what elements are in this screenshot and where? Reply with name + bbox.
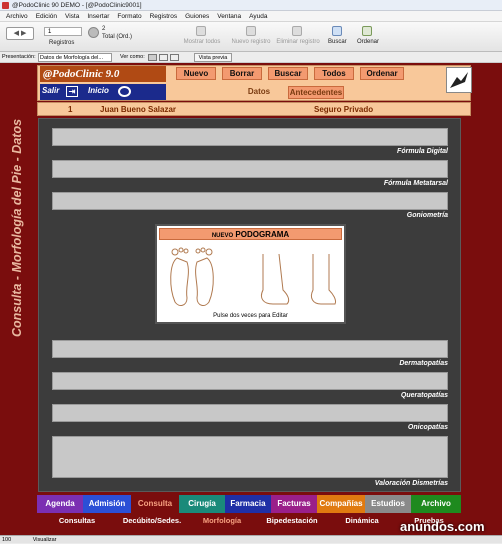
queratopatias-field[interactable] [52,372,448,390]
nav-bar: Salir ⇥ Inicio [40,84,166,100]
registros-label: Registros [49,40,75,46]
valoracion-dismetrias-field[interactable] [52,436,448,478]
tab-cirugia[interactable]: Cirugía [179,495,225,513]
list-view-icon[interactable] [159,54,168,61]
subtab-bipedestacion[interactable]: Bipedestación [257,514,327,528]
tab-companias[interactable]: Compañías [317,495,365,513]
layout-label: Presentación: [2,54,36,60]
subtab-dinamica[interactable]: Dinámica [327,514,397,528]
patient-insurer[interactable]: Seguro Privado [314,103,373,116]
podograma-new-label: NUEVO [211,233,234,239]
formula-metatarsal-label: Fórmula Metatarsal [383,180,448,187]
onicopatias-field[interactable] [52,404,448,422]
search-icon[interactable] [332,26,342,36]
delete-record-button[interactable]: Eliminar registro [274,39,322,45]
sub-tab-bar: Consultas Decúbito/Sedes. Morfología Bip… [37,514,461,528]
tab-archivo[interactable]: Archivo [411,495,461,513]
onicopatias-label: Onicopatías [407,424,448,431]
record-nav-book-icon[interactable]: ◀ ▶ [6,27,34,40]
patient-row: 1 Juan Bueno Salazar Seguro Privado [37,102,471,116]
total-sorted-label: Total (Ord.) [102,34,133,40]
found-count: 2 [102,26,106,32]
salir-button[interactable]: Salir [42,86,59,95]
table-view-icon[interactable] [170,54,179,61]
nuevo-button[interactable]: Nuevo [176,67,216,80]
buscar-button[interactable]: Buscar [268,67,308,80]
todos-button[interactable]: Todos [314,67,354,80]
zoom-level[interactable]: 100 [2,537,11,543]
dermatopatias-label: Dermatopatías [399,360,448,367]
ordenar-button[interactable]: Ordenar [360,67,404,80]
sort-button[interactable]: Ordenar [357,39,379,45]
formula-metatarsal-field[interactable] [52,160,448,178]
title-bar: @PodoClinic 90 DEMO - [@PodoClinic9001] [0,0,502,11]
new-record-icon[interactable] [246,26,256,36]
podograma-title-text: PODOGRAMA [235,230,290,239]
menu-insertar[interactable]: Insertar [87,13,109,20]
valoracion-dismetrias-label: Valoración Dismetrías [374,480,448,487]
formula-digital-label: Fórmula Digital [397,148,448,155]
borrar-button[interactable]: Borrar [222,67,262,80]
new-record-button[interactable]: Nuevo registro [228,39,274,45]
menu-ayuda[interactable]: Ayuda [249,13,267,20]
goniometria-label: Goniometría [406,212,448,219]
sort-icon[interactable] [362,26,372,36]
menu-archivo[interactable]: Archivo [6,13,28,20]
side-title: Consulta - Morfología del Pie - Datos [0,63,36,393]
inicio-button[interactable]: Inicio [88,86,109,95]
form-view-icon[interactable] [148,54,157,61]
exit-icon[interactable]: ⇥ [66,86,78,97]
view-as-label: Ver como: [120,54,145,60]
app-logo: @PodoClinic 9.0 [40,66,166,82]
patient-id: 1 [68,105,73,114]
bird-logo-icon [446,67,472,93]
podograma-panel[interactable]: NUEVO PODOGRAMA Pulse dos veces para Edi… [155,224,346,324]
subtab-consultas[interactable]: Consultas [37,514,117,528]
delete-record-icon[interactable] [292,26,302,36]
tab-admision[interactable]: Admisión [83,495,131,513]
subtab-decubito[interactable]: Decúbito/Sedes. [117,514,187,528]
menu-vista[interactable]: Vista [65,13,79,20]
tab-datos[interactable]: Datos [240,86,278,99]
side-title-text: Consulta - Morfología del Pie - Datos [10,118,24,338]
foot-drawing-icon [170,247,336,306]
tab-antecedentes[interactable]: Antecedentes [288,86,344,99]
layout-bar: Presentación: Datos de Morfología del...… [0,52,502,63]
menu-ventana[interactable]: Ventana [217,13,241,20]
menu-guiones[interactable]: Guiones [185,13,209,20]
show-all-button[interactable]: Mostrar todos [180,39,224,45]
search-button[interactable]: Buscar [328,39,347,45]
record-number-field[interactable]: 1 [44,27,82,36]
window-title: @PodoClinic 90 DEMO - [@PodoClinic9001] [12,2,142,9]
queratopatias-label: Queratopatías [400,392,448,399]
menu-edicion[interactable]: Edición [36,13,57,20]
main-tab-bar: Agenda Admisión Consulta Cirugía Farmaci… [37,495,461,513]
mode-select[interactable]: Visualizar [33,537,57,543]
watermark: anundos.com [400,519,485,534]
menu-formato[interactable]: Formato [117,13,141,20]
tab-consulta[interactable]: Consulta [131,495,179,513]
patient-name[interactable]: Juan Bueno Salazar [100,103,176,116]
layout-select[interactable]: Datos de Morfología del... [38,53,112,62]
tab-farmacia[interactable]: Farmacia [225,495,271,513]
home-icon[interactable] [118,86,131,97]
show-all-icon[interactable] [196,26,206,36]
app-icon [2,2,9,9]
record-slider-icon[interactable] [88,27,99,38]
tab-agenda[interactable]: Agenda [37,495,83,513]
tab-facturas[interactable]: Facturas [271,495,317,513]
goniometria-field[interactable] [52,192,448,210]
formula-digital-field[interactable] [52,128,448,146]
tab-estudios[interactable]: Estudios [365,495,411,513]
toolbar: ◀ ▶ 1 Registros 2 Total (Ord.) Mostrar t… [0,22,502,52]
dermatopatias-field[interactable] [52,340,448,358]
menu-bar: Archivo Edición Vista Insertar Formato R… [0,11,502,22]
podograma-caption: Pulse dos veces para Editar [213,313,288,319]
podograma-title: NUEVO PODOGRAMA [159,228,342,240]
preview-button[interactable]: Vista previa [194,53,232,62]
menu-registros[interactable]: Registros [150,13,177,20]
subtab-morfologia[interactable]: Morfología [187,514,257,528]
